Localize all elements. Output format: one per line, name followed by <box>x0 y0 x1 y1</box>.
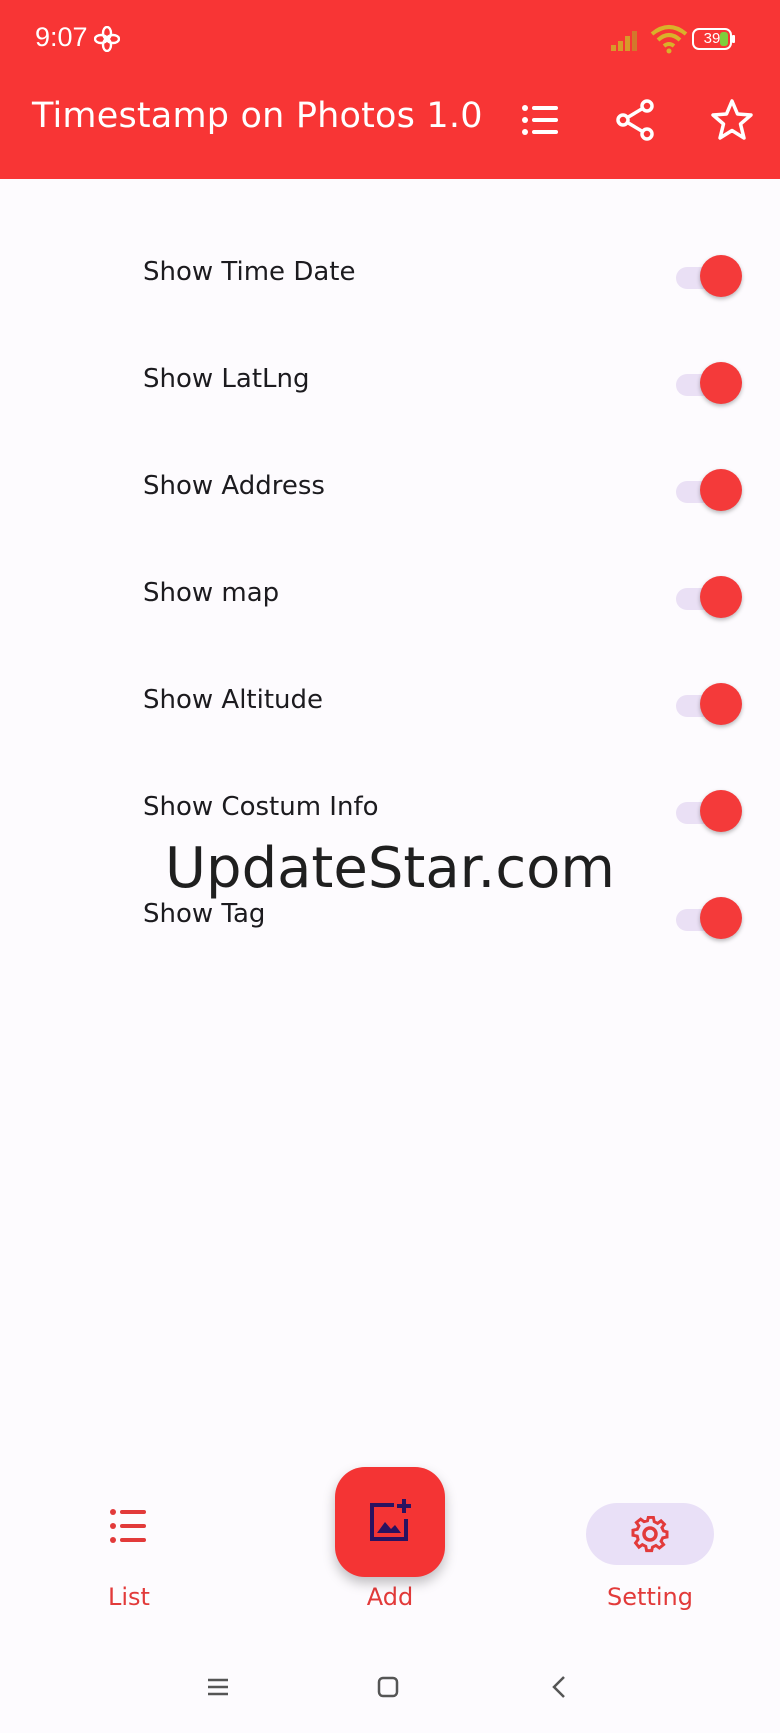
nav-label-setting: Setting <box>607 1583 693 1611</box>
setting-label: Show Time Date <box>143 257 356 287</box>
setting-label: Show LatLng <box>143 364 310 394</box>
setting-row-latlng: Show LatLng <box>0 342 780 422</box>
nav-item-setting[interactable]: Setting <box>560 1475 740 1643</box>
switch-thumb <box>700 897 742 939</box>
switch-thumb <box>700 576 742 618</box>
setting-row-time-date: Show Time Date <box>0 235 780 315</box>
gear-icon <box>631 1515 669 1553</box>
setting-row-altitude: Show Altitude <box>0 663 780 743</box>
tag-toggle[interactable] <box>676 897 742 939</box>
watermark: UpdateStar.com <box>165 836 615 901</box>
address-toggle[interactable] <box>676 469 742 511</box>
share-icon[interactable] <box>614 98 658 142</box>
system-nav-bar <box>0 1643 780 1733</box>
signal-icon <box>611 31 637 51</box>
status-bar: 9:07 39 <box>0 0 780 80</box>
altitude-toggle[interactable] <box>676 683 742 725</box>
back-icon[interactable] <box>544 1671 576 1703</box>
battery-level: 39 <box>703 30 721 47</box>
list-icon <box>110 1509 146 1543</box>
setting-label: Show Address <box>143 471 325 501</box>
time-date-toggle[interactable] <box>676 255 742 297</box>
setting-label: Show map <box>143 578 280 608</box>
nav-label-add: Add <box>366 1583 414 1611</box>
setting-row-address: Show Address <box>0 449 780 529</box>
menu-icon[interactable] <box>202 1671 234 1703</box>
nav-item-list[interactable]: List <box>39 1475 219 1643</box>
nav-label-list: List <box>108 1583 150 1611</box>
fan-icon <box>94 26 120 52</box>
custom-info-toggle[interactable] <box>676 790 742 832</box>
switch-thumb <box>700 255 742 297</box>
setting-row-map: Show map <box>0 556 780 636</box>
setting-label: Show Altitude <box>143 685 324 715</box>
star-icon[interactable] <box>710 98 754 142</box>
app-bar: 9:07 39 Timestamp on Photos 1.0 <box>0 0 780 179</box>
map-toggle[interactable] <box>676 576 742 618</box>
list-icon[interactable] <box>519 98 563 142</box>
setting-label: Show Costum Info <box>143 792 379 822</box>
switch-thumb <box>700 362 742 404</box>
status-time: 9:07 <box>35 22 88 52</box>
home-icon[interactable] <box>372 1671 404 1703</box>
switch-thumb <box>700 683 742 725</box>
switch-thumb <box>700 790 742 832</box>
switch-thumb <box>700 469 742 511</box>
wifi-icon <box>650 25 688 54</box>
page-title: Timestamp on Photos 1.0 <box>32 96 483 136</box>
add-photo-icon <box>370 1499 411 1541</box>
latlng-toggle[interactable] <box>676 362 742 404</box>
add-photo-button[interactable] <box>335 1467 445 1577</box>
setting-label: Show Tag <box>143 899 266 929</box>
